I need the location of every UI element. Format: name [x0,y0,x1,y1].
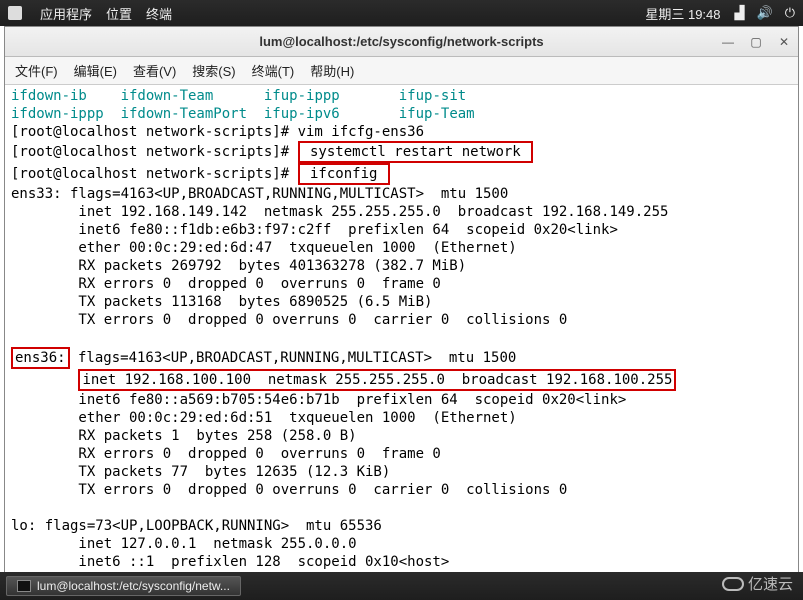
ens36-ether: ether 00:0c:29:ed:6d:51 txqueuelen 1000 … [11,410,517,426]
watermark-text: 亿速云 [748,573,793,594]
titlebar[interactable]: lum@localhost:/etc/sysconfig/network-scr… [5,27,798,57]
prompt-1: [root@localhost network-scripts]# [11,124,298,140]
file-listing-1c: ifup-ippp [264,88,340,104]
menu-view[interactable]: 查看(V) [133,61,176,80]
menu-file[interactable]: 文件(F) [15,61,58,80]
lo-inet: inet 127.0.0.1 netmask 255.0.0.0 [11,536,357,552]
minimize-button[interactable]: — [720,35,736,49]
menu-terminal[interactable]: 终端 [146,4,172,23]
ens36-rx-packets: RX packets 1 bytes 258 (258.0 B) [11,428,357,444]
terminal-icon [17,580,31,592]
menu-help[interactable]: 帮助(H) [310,61,354,80]
terminal-window: lum@localhost:/etc/sysconfig/network-scr… [4,26,799,578]
system-tray: ▟ 🔊 ⏻ [735,5,795,21]
ens33-ether: ether 00:0c:29:ed:6d:47 txqueuelen 1000 … [11,240,517,256]
ens33-rx-errors: RX errors 0 dropped 0 overruns 0 frame 0 [11,276,441,292]
terminal-viewport[interactable]: ifdown-ib ifdown-Team ifup-ippp ifup-sit… [5,85,798,577]
window-controls: — ▢ ✕ [720,35,792,49]
ens33-inet: inet 192.168.149.142 netmask 255.255.255… [11,204,668,220]
volume-icon[interactable]: 🔊 [757,5,773,21]
menu-terminal-dropdown[interactable]: 终端(T) [252,61,295,80]
ens33-rx-packets: RX packets 269792 bytes 401363278 (382.7… [11,258,466,274]
file-listing-2a: ifdown-ippp [11,106,104,122]
ens36-tx-packets: TX packets 77 bytes 12635 (12.3 KiB) [11,464,390,480]
desktop-top-panel: 应用程序 位置 终端 星期三 19:48 ▟ 🔊 ⏻ [0,0,803,26]
ens33-header: ens33: flags=4163<UP,BROADCAST,RUNNING,M… [11,186,508,202]
network-icon[interactable]: ▟ [735,5,745,21]
window-title: lum@localhost:/etc/sysconfig/network-scr… [259,34,543,49]
panel-clock[interactable]: 星期三 19:48 [645,4,720,23]
prompt-2: [root@localhost network-scripts]# [11,144,298,160]
power-icon[interactable]: ⏻ [785,5,795,21]
file-listing-1b: ifdown-Team [121,88,214,104]
taskbar-item-label: lum@localhost:/etc/sysconfig/netw... [37,579,230,593]
cmd-vim: vim ifcfg-ens36 [298,124,424,140]
close-button[interactable]: ✕ [776,35,792,49]
lo-inet6: inet6 ::1 prefixlen 128 scopeid 0x10<hos… [11,554,449,570]
gnome-logo-icon [8,6,22,20]
taskbar-terminal-entry[interactable]: lum@localhost:/etc/sysconfig/netw... [6,576,241,596]
ens36-flags: flags=4163<UP,BROADCAST,RUNNING,MULTICAS… [70,350,517,366]
watermark: 亿速云 [722,573,793,594]
file-listing-1a: ifdown-ib [11,88,87,104]
ens36-tx-errors: TX errors 0 dropped 0 overruns 0 carrier… [11,482,567,498]
highlight-ifconfig: ifconfig [298,163,390,185]
file-listing-2c: ifup-ipv6 [264,106,340,122]
ens33-tx-errors: TX errors 0 dropped 0 overruns 0 carrier… [11,312,567,328]
menu-edit[interactable]: 编辑(E) [74,61,117,80]
menu-applications[interactable]: 应用程序 [40,4,92,23]
prompt-3: [root@localhost network-scripts]# [11,166,298,182]
menu-search[interactable]: 搜索(S) [192,61,235,80]
ens33-tx-packets: TX packets 113168 bytes 6890525 (6.5 MiB… [11,294,432,310]
highlight-ens36-inet: inet 192.168.100.100 netmask 255.255.255… [78,369,676,391]
cloud-icon [722,577,744,591]
menubar: 文件(F) 编辑(E) 查看(V) 搜索(S) 终端(T) 帮助(H) [5,57,798,85]
menu-places[interactable]: 位置 [106,4,132,23]
maximize-button[interactable]: ▢ [748,35,764,49]
file-listing-2b: ifdown-TeamPort [121,106,247,122]
lo-header: lo: flags=73<UP,LOOPBACK,RUNNING> mtu 65… [11,518,382,534]
ens36-inet6: inet6 fe80::a569:b705:54e6:b71b prefixle… [11,392,626,408]
file-listing-1d: ifup-sit [399,88,466,104]
ens36-rx-errors: RX errors 0 dropped 0 overruns 0 frame 0 [11,446,441,462]
desktop-taskbar: lum@localhost:/etc/sysconfig/netw... [0,572,803,600]
highlight-ens36-name: ens36: [11,347,70,369]
file-listing-2d: ifup-Team [399,106,475,122]
highlight-restart-network: systemctl restart network [298,141,534,163]
ens33-inet6: inet6 fe80::f1db:e6b3:f97:c2ff prefixlen… [11,222,618,238]
